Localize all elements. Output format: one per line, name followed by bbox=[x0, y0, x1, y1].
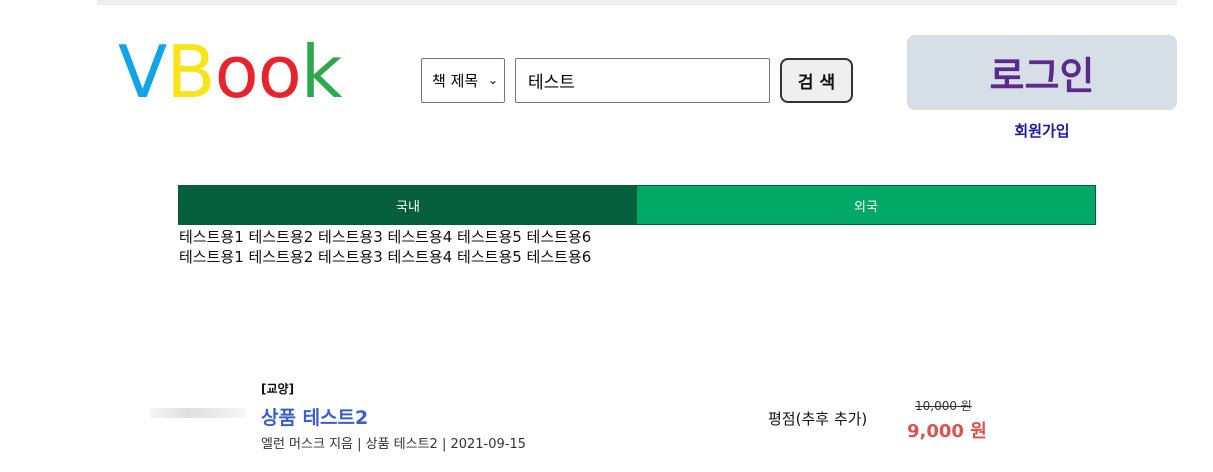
tab-domestic[interactable]: 국내 bbox=[179, 186, 637, 224]
product-price: 9,000 원 bbox=[907, 421, 987, 442]
chevron-down-icon: ⌄ bbox=[487, 73, 498, 87]
region-tabs: 국내 외국 bbox=[178, 185, 1096, 225]
product-title-link[interactable]: 상품 테스트2 bbox=[261, 403, 368, 430]
category-list: 테스트용1 테스트용2 테스트용3 테스트용4 테스트용5 테스트용6 테스트용… bbox=[179, 227, 591, 267]
vbook-logo[interactable]: VBook bbox=[118, 30, 342, 114]
category-line[interactable]: 테스트용1 테스트용2 테스트용3 테스트용4 테스트용5 테스트용6 bbox=[179, 227, 591, 247]
product-thumbnail[interactable] bbox=[150, 408, 246, 418]
top-border bbox=[97, 0, 1177, 5]
product-original-price: 10,000 원 bbox=[915, 399, 972, 413]
search-button[interactable]: 검 색 bbox=[780, 58, 853, 103]
login-button[interactable]: 로그인 bbox=[907, 35, 1177, 110]
search-input-value: 테스트 bbox=[528, 73, 575, 93]
logo-letter-o: o bbox=[257, 30, 302, 114]
product-rating: 평점(추후 추가) bbox=[768, 410, 868, 428]
logo-letter-b: B bbox=[166, 30, 215, 114]
signup-link[interactable]: 회원가입 bbox=[907, 120, 1177, 141]
product-category: [교양] bbox=[261, 382, 295, 396]
search-type-value: 책 제목 bbox=[432, 72, 479, 90]
product-item: [교양] 상품 테스트2 엘런 머스크 지음 | 상품 테스트2 | 2021-… bbox=[0, 370, 1213, 470]
search-type-select[interactable]: 책 제목 ⌄ bbox=[421, 58, 505, 103]
category-line[interactable]: 테스트용1 테스트용2 테스트용3 테스트용4 테스트용5 테스트용6 bbox=[179, 247, 591, 267]
logo-letter-o: o bbox=[214, 30, 259, 114]
logo-letter-k: k bbox=[300, 30, 343, 114]
tab-foreign[interactable]: 외국 bbox=[637, 186, 1095, 224]
product-meta: 엘런 머스크 지음 | 상품 테스트2 | 2021-09-15 bbox=[261, 437, 527, 452]
logo-letter-v: V bbox=[118, 30, 167, 114]
search-input[interactable]: 테스트 bbox=[515, 58, 770, 103]
